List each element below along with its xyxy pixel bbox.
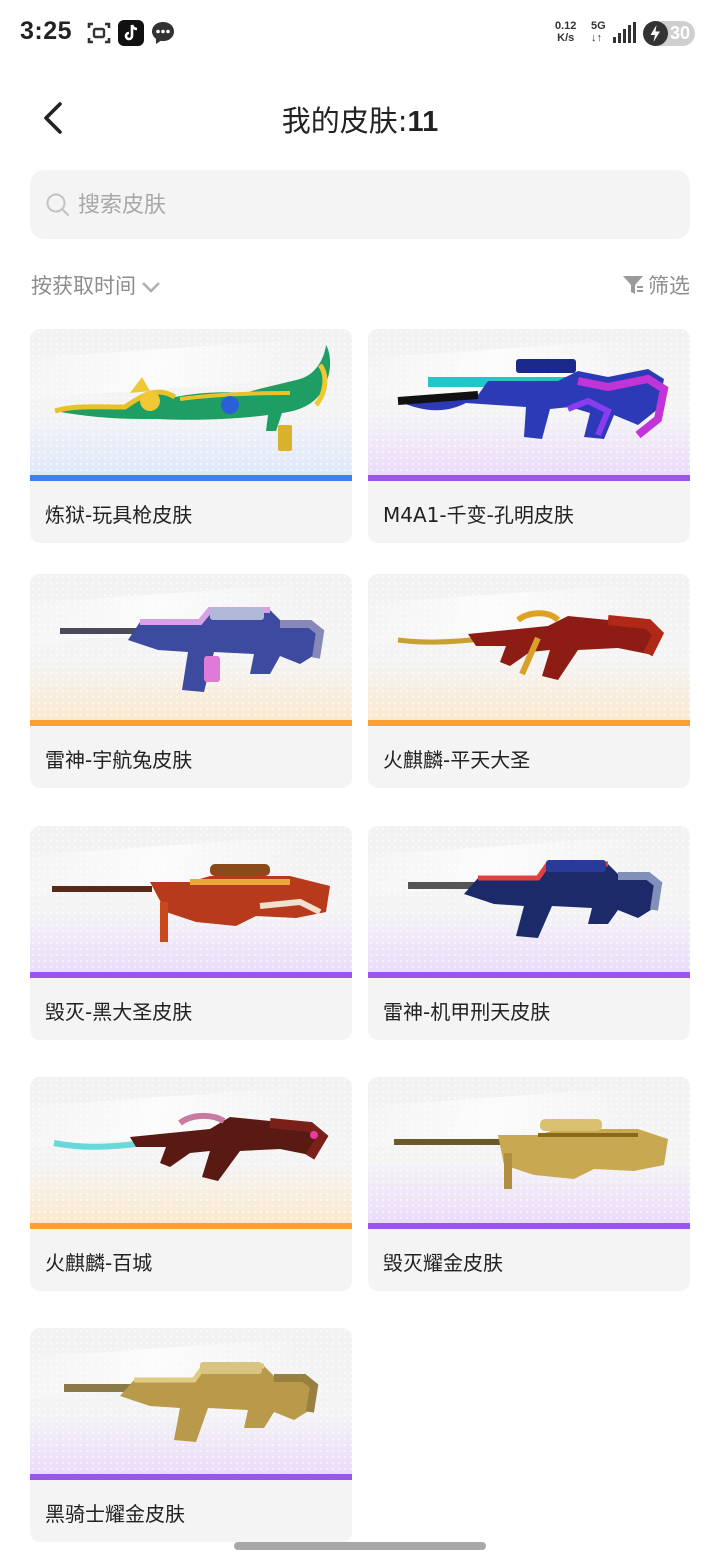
- skin-art: [30, 329, 352, 481]
- rarity-bar: [368, 720, 690, 726]
- skin-name: 毁灭-黑大圣皮肤: [45, 1000, 193, 1024]
- skin-card[interactable]: 雷神-机甲刑天皮肤: [368, 826, 690, 1040]
- skin-card[interactable]: 炼狱-玩具枪皮肤: [30, 329, 352, 543]
- assault-rifle-icon: [408, 860, 663, 938]
- skin-name: 炼狱-玩具枪皮肤: [45, 503, 193, 527]
- assault-rifle-icon: [60, 607, 325, 692]
- data-arrows-icon: ↓↑: [591, 32, 602, 44]
- page-title-label: 我的皮肤:: [281, 104, 408, 138]
- skin-name: 毁灭耀金皮肤: [383, 1251, 503, 1275]
- skin-art: [368, 826, 690, 978]
- skin-card[interactable]: M4A1-千变-孔明皮肤: [368, 329, 690, 543]
- skin-card[interactable]: 火麒麟-百城: [30, 1077, 352, 1291]
- skin-card[interactable]: 雷神-宇航兔皮肤: [30, 574, 352, 788]
- skin-grid: 炼狱-玩具枪皮肤 M4A1-千变-孔明皮肤 雷神-宇航兔皮肤 火麒麟-平天大圣 …: [30, 329, 690, 1560]
- skin-art: [368, 329, 690, 481]
- signal-icon: [613, 22, 637, 48]
- skin-card[interactable]: 火麒麟-平天大圣: [368, 574, 690, 788]
- m4a1-rifle-icon: [64, 1362, 319, 1442]
- rarity-bar: [30, 972, 352, 978]
- rarity-bar: [368, 972, 690, 978]
- m4a1-rifle-icon: [397, 359, 669, 439]
- rarity-bar: [368, 1223, 690, 1229]
- battery-percent: 30: [669, 23, 691, 43]
- chevron-down-icon: [142, 282, 160, 293]
- skin-art: [30, 1077, 352, 1229]
- skin-count: 11: [407, 106, 439, 138]
- filter-label: 筛选: [648, 274, 690, 298]
- skin-card[interactable]: 毁灭耀金皮肤: [368, 1077, 690, 1291]
- skin-art: [30, 574, 352, 726]
- rarity-bar: [30, 1474, 352, 1480]
- rarity-bar: [30, 720, 352, 726]
- dragon-rifle-icon: [54, 345, 331, 451]
- page-title: 我的皮肤:11: [0, 98, 720, 140]
- rarity-bar: [368, 475, 690, 481]
- screenshot-icon: [86, 20, 112, 46]
- network-speed: 0.12 K/s: [555, 20, 577, 44]
- skin-name: 雷神-宇航兔皮肤: [45, 748, 193, 772]
- search-icon: [46, 193, 69, 216]
- ak-rifle-icon: [397, 610, 665, 680]
- search-bar[interactable]: [30, 170, 690, 239]
- skin-art: [368, 574, 690, 726]
- status-bar: 3:25 0.12 K/s 5G ↓↑ 30: [0, 0, 720, 70]
- tiktok-icon: [118, 20, 144, 46]
- skin-name: 火麒麟-平天大圣: [383, 748, 531, 772]
- filter-button[interactable]: 筛选: [622, 270, 690, 300]
- network-type: 5G ↓↑: [591, 20, 606, 44]
- sort-label: 按获取时间: [31, 274, 136, 298]
- skin-name: 雷神-机甲刑天皮肤: [383, 1000, 551, 1024]
- rarity-bar: [30, 1223, 352, 1229]
- sniper-rifle-icon: [52, 864, 330, 942]
- message-icon: [150, 20, 176, 46]
- skin-art: [30, 826, 352, 978]
- skin-art: [30, 1328, 352, 1480]
- filter-icon: [623, 276, 643, 294]
- search-input[interactable]: [76, 182, 670, 228]
- skin-name: 黑骑士耀金皮肤: [45, 1502, 185, 1526]
- home-indicator[interactable]: [234, 1542, 486, 1550]
- status-time: 3:25: [20, 17, 73, 45]
- skin-card[interactable]: 黑骑士耀金皮肤: [30, 1328, 352, 1542]
- skin-art: [368, 1077, 690, 1229]
- battery-indicator: 30: [643, 21, 695, 46]
- skin-card[interactable]: 毁灭-黑大圣皮肤: [30, 826, 352, 1040]
- ak-rifle-icon: [53, 1113, 329, 1181]
- sort-dropdown[interactable]: 按获取时间: [31, 270, 162, 300]
- sniper-rifle-icon: [394, 1119, 668, 1189]
- skin-name: M4A1-千变-孔明皮肤: [383, 503, 574, 527]
- skin-name: 火麒麟-百城: [45, 1251, 153, 1275]
- rarity-bar: [30, 475, 352, 481]
